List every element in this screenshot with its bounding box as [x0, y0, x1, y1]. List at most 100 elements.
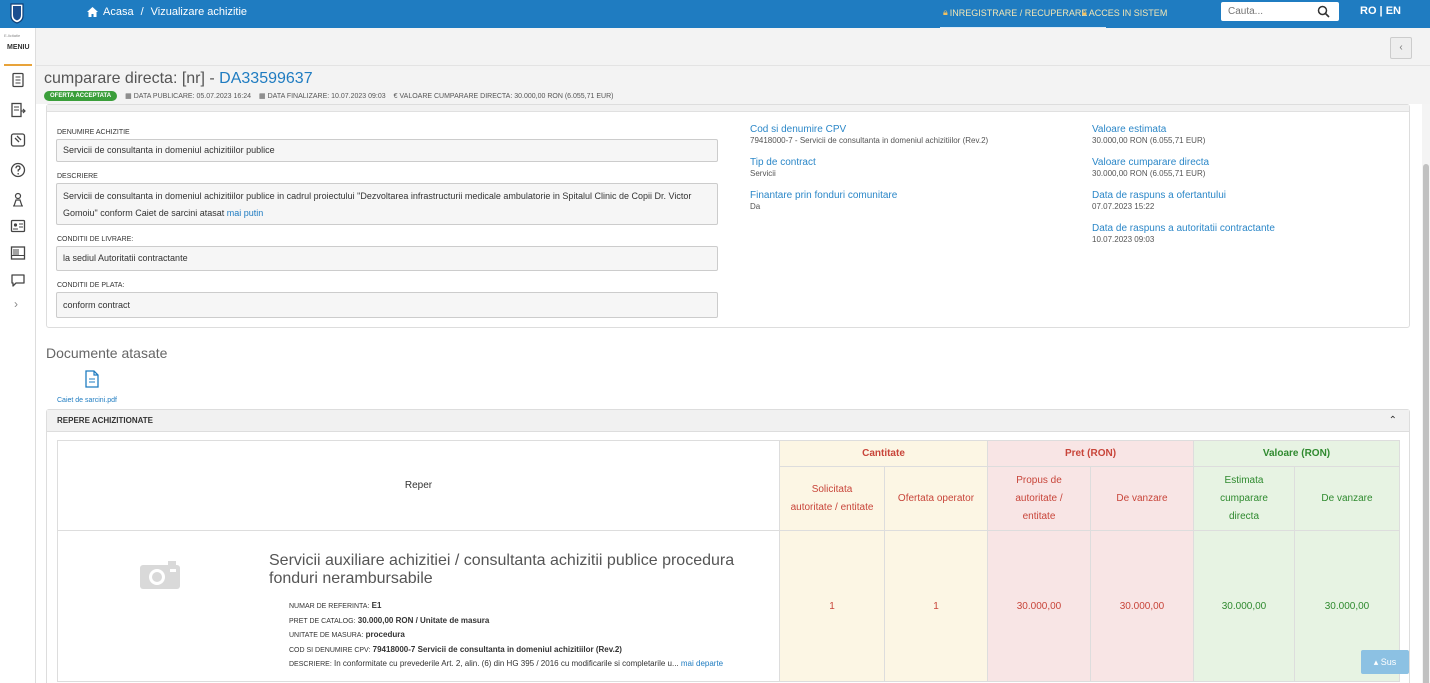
- livrare-label: CONDITII DE LIVRARE:: [57, 236, 134, 243]
- finalization-date: DATA FINALIZARE: 10.07.2023 09:03: [267, 92, 386, 100]
- repere-table: Reper Cantitate Pret (RON) Valoare (RON)…: [57, 440, 1400, 682]
- estimated-value-info: Valoare estimata 30.000,00 RON (6.055,71…: [1092, 124, 1205, 145]
- home-icon[interactable]: [87, 7, 98, 17]
- scrollbar[interactable]: [1422, 104, 1430, 683]
- bidder-response-info: Data de raspuns a ofertantului 07.07.202…: [1092, 190, 1226, 211]
- documents-title: Documente atasate: [46, 345, 168, 361]
- document-icon[interactable]: [10, 72, 26, 88]
- cpv-info: Cod si denumire CPV 79418000-7 - Servici…: [750, 124, 988, 145]
- subheader: ‹: [36, 28, 1430, 66]
- item-cpv-value: 79418000-7 Servicii de consultanta in do…: [372, 644, 622, 654]
- camera-icon: [140, 561, 180, 589]
- attachment-link[interactable]: Caiet de sarcini.pdf: [57, 397, 117, 404]
- scrollbar-thumb[interactable]: [1423, 164, 1429, 683]
- item-cell: Servicii auxiliare achizitiei / consulta…: [57, 530, 780, 682]
- breadcrumb-separator: /: [140, 6, 144, 18]
- title-prefix: cumparare directa: [nr] -: [44, 70, 220, 87]
- menu-label[interactable]: MENIU: [7, 44, 30, 51]
- gavel-icon[interactable]: [10, 132, 26, 148]
- livrare-field: la sediul Autoritatii contractante: [56, 246, 718, 271]
- col-vanzare: De vanzare: [1090, 466, 1194, 531]
- collapse-icon[interactable]: ⌃: [1389, 415, 1397, 426]
- id-card-icon[interactable]: [10, 218, 26, 234]
- calendar-icon: ▦: [259, 93, 266, 100]
- bidder-response-label: Data de raspuns a ofertantului: [1092, 190, 1226, 201]
- cpv-value: 79418000-7 - Servicii de consultanta in …: [750, 136, 989, 145]
- item-meta: NUMAR DE REFERINTA: E1 PRET DE CATALOG: …: [289, 599, 789, 672]
- search-box: [1221, 2, 1339, 21]
- direct-value-label: Valoare cumparare directa: [1092, 157, 1210, 168]
- direct-value: 30.000,00 RON (6.055,71 EUR): [1092, 169, 1206, 178]
- sidebar: E-licitatie MENIU ›: [0, 28, 36, 683]
- eu-funding-value: Da: [750, 202, 761, 211]
- logo-icon[interactable]: [9, 2, 25, 24]
- group-cantitate: Cantitate: [779, 440, 988, 467]
- procurement-code: DA33599637: [219, 70, 313, 87]
- expand-sidebar-icon[interactable]: ›: [14, 297, 18, 311]
- collapse-panel-button[interactable]: ‹: [1390, 37, 1412, 59]
- repere-title: REPERE ACHIZITIONATE: [57, 416, 154, 425]
- item-cpv-label: COD SI DENUMIRE CPV:: [289, 646, 371, 654]
- ref-value: E1: [371, 601, 382, 610]
- unit-value: procedura: [365, 630, 405, 639]
- denumire-field: Servicii de consultanta in domeniul achi…: [56, 139, 718, 162]
- contract-type-label: Tip de contract: [750, 157, 816, 168]
- register-link[interactable]: 🔒︎ INREGISTRARE / RECUPERARE: [943, 7, 1087, 18]
- show-less-link[interactable]: mai putin: [227, 208, 264, 218]
- col-solicitata: Solicitata autoritate / entitate: [779, 466, 885, 531]
- plata-label: CONDITII DE PLATA:: [57, 282, 125, 289]
- language-switch[interactable]: RO | EN: [1360, 5, 1401, 17]
- plata-field: conform contract: [56, 292, 718, 318]
- col-estimata: Estimata cumparare directa: [1193, 466, 1295, 531]
- direct-purchase-value: € VALOARE CUMPARARE DIRECTA: 30.000,00 R…: [393, 92, 614, 100]
- status-badge: OFERTA ACCEPTATA: [44, 91, 118, 101]
- help-icon[interactable]: [10, 162, 26, 178]
- title-meta: OFERTA ACCEPTATA ▦ DATA PUBLICARE: 05.07…: [44, 91, 613, 101]
- ref-label: NUMAR DE REFERINTA:: [289, 603, 370, 610]
- breadcrumb-current: Vizualizare achizitie: [150, 6, 248, 18]
- authority-response-info: Data de raspuns a autoritatii contractan…: [1092, 223, 1275, 244]
- col-vanzare-valoare: De vanzare: [1294, 466, 1400, 531]
- descriere-field: Servicii de consultanta in domeniul achi…: [56, 183, 718, 225]
- item-desc-label: DESCRIERE:: [289, 661, 332, 668]
- table-row: Servicii auxiliare achizitiei / consulta…: [57, 530, 1400, 682]
- list-icon[interactable]: [10, 102, 26, 118]
- calendar-icon: ▦: [125, 93, 132, 100]
- estimata-value: 30.000,00: [1193, 530, 1295, 682]
- scroll-top-button[interactable]: ▴ Sus: [1361, 650, 1409, 674]
- group-valoare: Valoare (RON): [1193, 440, 1400, 467]
- ofertata-value: 1: [884, 530, 988, 682]
- read-more-link[interactable]: mai departe: [681, 659, 723, 668]
- authority-response-label: Data de raspuns a autoritatii contractan…: [1092, 223, 1275, 234]
- bidder-response-date: 07.07.2023 15:22: [1092, 202, 1155, 211]
- unit-label: UNITATE DE MASURA:: [289, 632, 364, 639]
- estimated-value: 30.000,00 RON (6.055,71 EUR): [1092, 136, 1206, 145]
- eu-funding-info: Finantare prin fonduri comunitare Da: [750, 190, 897, 211]
- catalog-icon[interactable]: [10, 245, 26, 261]
- login-link[interactable]: 🔒︎ ACCES IN SISTEM: [1082, 7, 1167, 18]
- vanzare-value: 30.000,00: [1090, 530, 1194, 682]
- col-propus: Propus de autoritate / entitate: [987, 466, 1091, 531]
- breadcrumb: Acasa / Vizualizare achizitie: [87, 6, 247, 18]
- top-bar: Acasa / Vizualizare achizitie 🔒︎ INREGIS…: [0, 0, 1430, 29]
- publication-date: DATA PUBLICARE: 05.07.2023 16:24: [133, 92, 251, 100]
- title-band: cumparare directa: [nr] - DA33599637 OFE…: [36, 66, 1430, 104]
- search-input[interactable]: [1221, 2, 1311, 21]
- price-label: PRET DE CATALOG:: [289, 617, 356, 625]
- chevron-up-icon: ▴: [1373, 657, 1379, 667]
- solicitata-value: 1: [779, 530, 885, 682]
- auction-icon[interactable]: [10, 192, 26, 208]
- repere-header: REPERE ACHIZITIONATE ⌃: [47, 410, 1409, 432]
- cpv-label: Cod si denumire CPV: [750, 124, 847, 135]
- file-icon[interactable]: [84, 370, 100, 388]
- eu-funding-label: Finantare prin fonduri comunitare: [750, 190, 898, 201]
- group-pret: Pret (RON): [987, 440, 1194, 467]
- breadcrumb-home[interactable]: Acasa: [103, 6, 134, 18]
- menu-underline: [4, 64, 32, 66]
- col-reper: Reper: [57, 440, 780, 531]
- col-ofertata: Ofertata operator: [884, 466, 988, 531]
- lock-icon: 🔒︎: [1082, 7, 1087, 17]
- price-value: 30.000,00 RON / Unitate de masura: [357, 615, 490, 625]
- chat-icon[interactable]: [10, 272, 26, 288]
- search-icon[interactable]: [1317, 5, 1330, 18]
